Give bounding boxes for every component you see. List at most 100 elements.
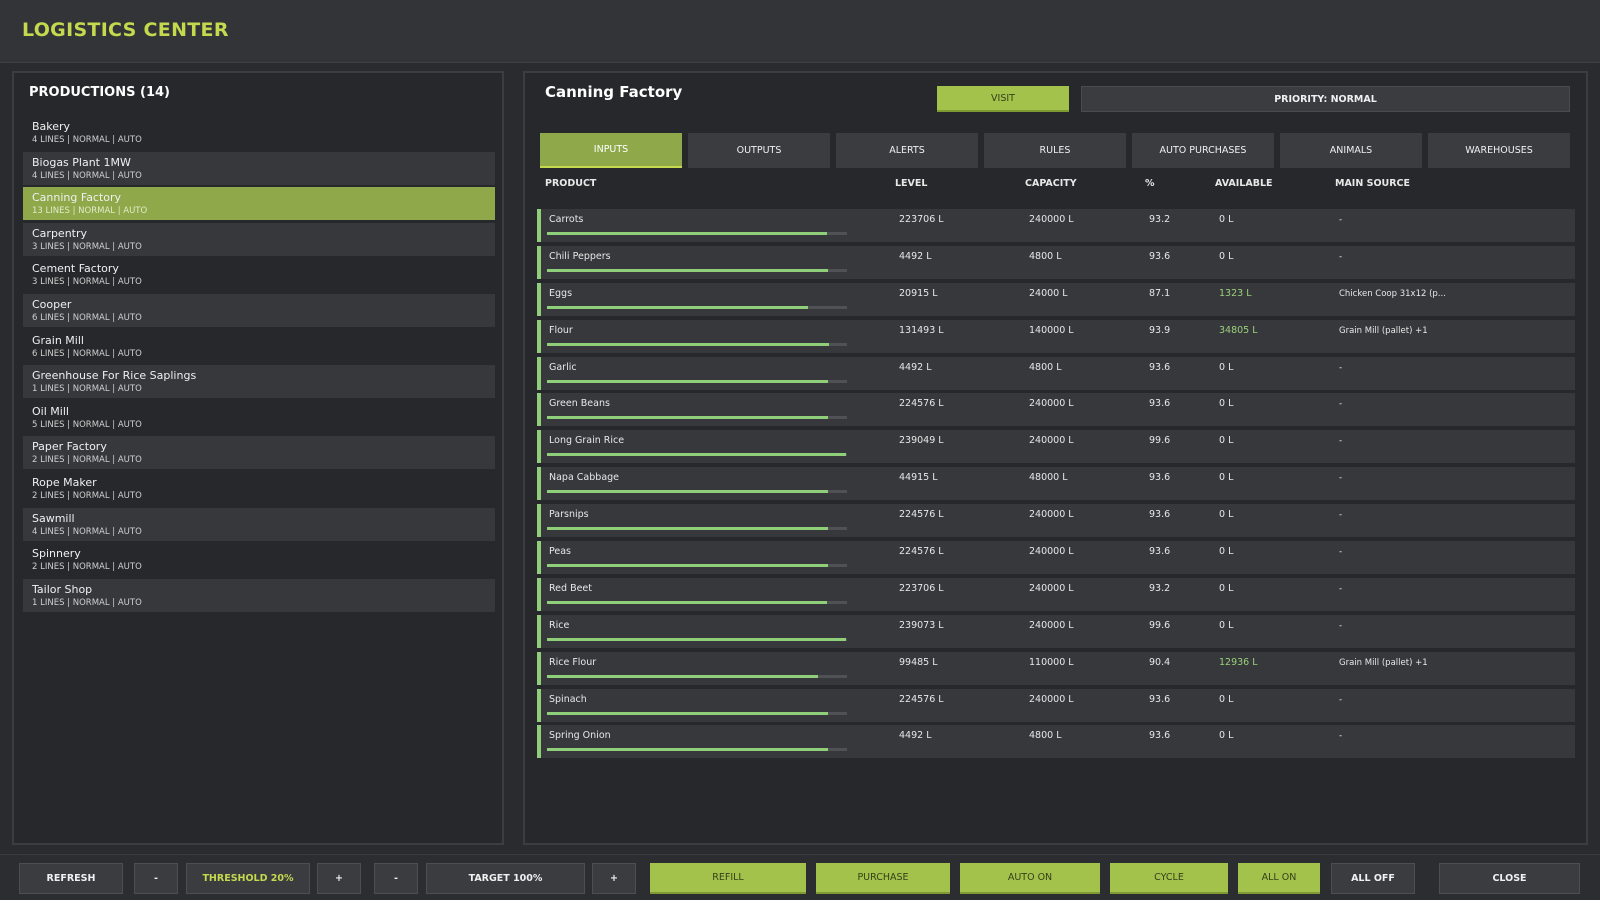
table-row[interactable]: Garlic 4492 L 4800 L 93.6 0 L - — [537, 356, 1575, 390]
available-value: 0 L — [1219, 693, 1234, 705]
inputs-table: Carrots 223706 L 240000 L 93.2 0 L - Chili Pep… — [537, 209, 1575, 762]
production-item[interactable]: Paper Factory 2 LINES | NORMAL | AUTO — [23, 436, 495, 470]
available-value: 0 L — [1219, 214, 1234, 225]
table-row[interactable]: Napa Cabbage 44915 L 48000 L 93.6 0 L - — [537, 467, 1575, 501]
level-value: 224576 L — [899, 509, 944, 521]
table-row[interactable]: Rice 239073 L 240000 L 99.6 0 L - — [537, 614, 1575, 648]
production-item[interactable]: Canning Factory 13 LINES | NORMAL | AUTO — [23, 187, 495, 221]
product-name: Green Beans — [549, 398, 610, 410]
tab-rules[interactable]: RULES — [984, 133, 1126, 168]
production-name: Grain Mill — [32, 333, 84, 347]
tab-animals[interactable]: ANIMALS — [1280, 133, 1422, 168]
table-row[interactable]: Rice Flour 99485 L 110000 L 90.4 12936 L Grai… — [537, 651, 1575, 685]
productions-title: PRODUCTIONS (14) — [29, 85, 170, 100]
tab-inputs[interactable]: INPUTS — [540, 133, 682, 168]
product-name: Red Beet — [549, 582, 593, 594]
table-row[interactable]: Carrots 223706 L 240000 L 93.2 0 L - — [537, 209, 1575, 242]
close-button[interactable]: CLOSE — [1439, 863, 1580, 894]
production-item[interactable]: Cooper 6 LINES | NORMAL | AUTO — [23, 293, 495, 327]
main-source-value: - — [1339, 731, 1343, 742]
tab-outputs[interactable]: OUTPUTS — [688, 133, 830, 168]
available-value: 0 L — [1219, 472, 1234, 484]
available-value: 0 L — [1219, 509, 1234, 521]
threshold-display: THRESHOLD 20% — [186, 863, 310, 894]
main-source-value: - — [1339, 436, 1343, 447]
visit-button[interactable]: VISIT — [937, 86, 1069, 112]
level-bar-fill — [547, 305, 809, 309]
table-row[interactable]: Long Grain Rice 239049 L 240000 L 99.6 0 L - — [537, 430, 1575, 464]
column-header-main-source: MAIN SOURCE — [1335, 178, 1411, 189]
production-item[interactable]: Tailor Shop 1 LINES | NORMAL | AUTO — [23, 578, 495, 612]
all-on-button[interactable]: ALL ON — [1238, 863, 1320, 894]
level-bar-fill — [547, 268, 828, 272]
level-value: 239049 L — [899, 435, 944, 447]
level-bar — [547, 564, 847, 568]
priority-button[interactable]: PRIORITY: NORMAL — [1081, 86, 1570, 112]
target-increase-button[interactable]: + — [592, 863, 636, 894]
production-item[interactable]: Spinnery 2 LINES | NORMAL | AUTO — [23, 543, 495, 576]
main-source-value: - — [1339, 620, 1343, 631]
table-row[interactable]: Eggs 20915 L 24000 L 87.1 1323 L Chicken Coop… — [537, 282, 1575, 316]
table-row[interactable]: Red Beet 223706 L 240000 L 93.2 0 L - — [537, 577, 1575, 611]
cycle-button[interactable]: CYCLE — [1110, 863, 1228, 894]
app-title: LOGISTICS CENTER — [22, 19, 229, 41]
percent-value: 93.6 — [1149, 730, 1171, 742]
level-bar-fill — [547, 711, 828, 715]
purchase-button[interactable]: PURCHASE — [816, 863, 950, 894]
production-meta: 6 LINES | NORMAL | AUTO — [32, 312, 142, 323]
level-bar-fill — [547, 416, 828, 420]
main-source-value: Grain Mill (pallet) +1 — [1339, 657, 1428, 668]
production-item[interactable]: Rope Maker 2 LINES | NORMAL | AUTO — [23, 472, 495, 505]
tab-warehouses[interactable]: WAREHOUSES — [1428, 133, 1570, 168]
table-row[interactable]: Flour 131493 L 140000 L 93.9 34805 L Grain Mi… — [537, 319, 1575, 353]
level-bar-fill — [547, 453, 846, 457]
productions-panel: PRODUCTIONS (14) Bakery 4 LINES | NORMAL … — [12, 71, 504, 845]
level-bar — [547, 637, 847, 641]
threshold-increase-button[interactable]: + — [317, 863, 361, 894]
target-decrease-button[interactable]: - — [374, 863, 418, 894]
refresh-button[interactable]: REFRESH — [19, 863, 123, 894]
threshold-decrease-button[interactable]: - — [134, 863, 178, 894]
tab-alerts[interactable]: ALERTS — [836, 133, 978, 168]
production-meta: 4 LINES | NORMAL | AUTO — [32, 526, 142, 537]
production-item[interactable]: Bakery 4 LINES | NORMAL | AUTO — [23, 116, 495, 149]
production-meta: 4 LINES | NORMAL | AUTO — [32, 135, 142, 145]
production-item[interactable]: Cement Factory 3 LINES | NORMAL | AUTO — [23, 258, 495, 291]
header-bar: LOGISTICS CENTER — [0, 0, 1600, 63]
production-item[interactable]: Grain Mill 6 LINES | NORMAL | AUTO — [23, 330, 495, 363]
tab-auto-purchases[interactable]: AUTO PURCHASES — [1132, 133, 1274, 168]
production-item[interactable]: Sawmill 4 LINES | NORMAL | AUTO — [23, 507, 495, 541]
table-row[interactable]: Chili Peppers 4492 L 4800 L 93.6 0 L - — [537, 245, 1575, 279]
production-name: Sawmill — [32, 511, 75, 525]
table-row[interactable]: Peas 224576 L 240000 L 93.6 0 L - — [537, 541, 1575, 575]
main-source-value: - — [1339, 473, 1343, 484]
production-name: Canning Factory — [32, 191, 122, 205]
level-bar — [547, 305, 847, 309]
production-item[interactable]: Carpentry 3 LINES | NORMAL | AUTO — [23, 222, 495, 256]
available-value: 0 L — [1219, 435, 1234, 447]
production-meta: 6 LINES | NORMAL | AUTO — [32, 348, 142, 359]
production-name: Rope Maker — [32, 475, 97, 489]
production-meta: 1 LINES | NORMAL | AUTO — [32, 597, 142, 608]
available-value: 0 L — [1219, 398, 1234, 410]
table-row[interactable]: Spinach 224576 L 240000 L 93.6 0 L - — [537, 688, 1575, 722]
main-source-value: - — [1339, 362, 1343, 373]
available-value: 0 L — [1219, 582, 1234, 594]
production-name: Tailor Shop — [32, 582, 93, 596]
percent-value: 93.6 — [1149, 546, 1171, 558]
level-bar-fill — [547, 748, 828, 752]
all-off-button[interactable]: ALL OFF — [1331, 863, 1415, 894]
production-item[interactable]: Biogas Plant 1MW 4 LINES | NORMAL | AUTO — [23, 151, 495, 185]
production-meta: 3 LINES | NORMAL | AUTO — [32, 277, 142, 288]
table-row[interactable]: Green Beans 224576 L 240000 L 93.6 0 L - — [537, 393, 1575, 427]
production-item[interactable]: Greenhouse For Rice Saplings 1 LINES | NO… — [23, 365, 495, 399]
level-bar-fill — [547, 600, 827, 604]
column-header-available: AVAILABLE — [1215, 178, 1273, 189]
production-item[interactable]: Oil Mill 5 LINES | NORMAL | AUTO — [23, 401, 495, 434]
production-meta: 5 LINES | NORMAL | AUTO — [32, 419, 142, 430]
auto-on-button[interactable]: AUTO ON — [960, 863, 1100, 894]
refill-button[interactable]: REFILL — [650, 863, 806, 894]
capacity-value: 140000 L — [1029, 324, 1074, 336]
table-row[interactable]: Parsnips 224576 L 240000 L 93.6 0 L - — [537, 504, 1575, 538]
table-row[interactable]: Spring Onion 4492 L 4800 L 93.6 0 L - — [537, 725, 1575, 759]
